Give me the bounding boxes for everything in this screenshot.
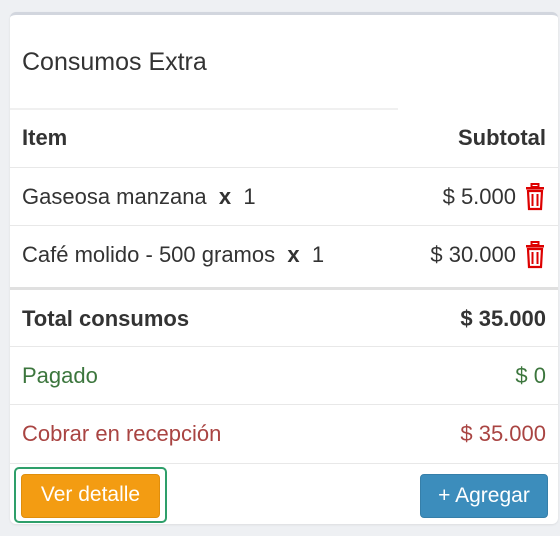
add-button[interactable]: + Agregar [420,474,548,518]
column-item: Item [22,125,68,150]
paid-label: Pagado [22,363,98,388]
due-value: $ 35.000 [460,421,546,446]
item-description: Café molido - 500 gramos x 1 [22,226,324,284]
item-qty: 1 [311,242,325,267]
item-qty: 1 [243,184,256,209]
trash-icon[interactable] [524,240,546,270]
due-row: Cobrar en recepción $ 35.000 [10,404,558,463]
item-subtotal-cell: $ 5.000 [443,168,546,226]
item-subtotal-cell: $ 30.000 [430,226,546,284]
extras-panel: Consumos Extra Item Subtotal Gaseosa man… [10,12,558,524]
due-label: Cobrar en recepción [22,421,222,446]
table-row: Gaseosa manzana x 1 $ 5.000 [10,167,558,226]
item-description: Gaseosa manzana x 1 [22,168,256,226]
total-label: Total consumos [22,306,190,331]
qty-separator: x [212,184,238,209]
view-detail-button[interactable]: Ver detalle [21,474,160,518]
panel-title: Consumos Extra [22,48,207,76]
table-header: Item Subtotal [10,109,558,167]
view-detail-button-focus-ring: Ver detalle [14,467,167,523]
trash-icon[interactable] [524,182,546,212]
qty-separator: x [281,242,306,267]
total-value: $ 35.000 [460,306,546,331]
total-row: Total consumos $ 35.000 [10,287,558,348]
paid-value: $ 0 [515,363,546,388]
item-subtotal: $ 30.000 [430,242,516,267]
table-row: Café molido - 500 gramos x 1 $ 30.000 [10,225,558,284]
item-subtotal: $ 5.000 [442,184,516,209]
panel-footer: Ver detalle + Agregar [10,463,558,524]
column-subtotal: Subtotal [458,125,546,150]
paid-row: Pagado $ 0 [10,346,558,405]
item-name: Gaseosa manzana [22,184,207,209]
item-name: Café molido - 500 gramos [22,242,276,267]
